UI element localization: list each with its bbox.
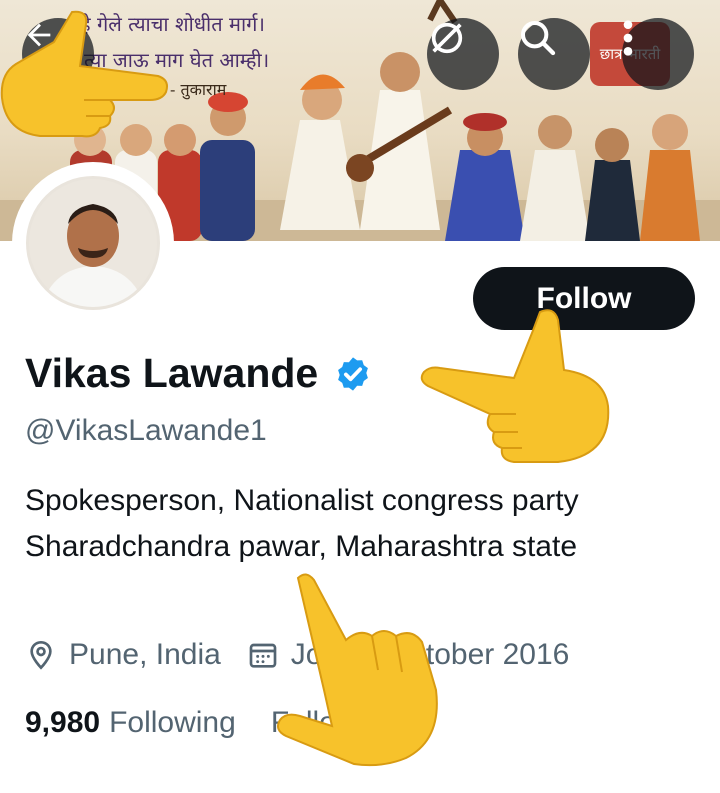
profile-name-row: Vikas Lawande	[25, 350, 372, 397]
profile-meta: Pune, India Joined October 2016	[25, 638, 569, 672]
joined-text: Joined October 2016	[290, 638, 570, 671]
followers-link[interactable]: Followers	[262, 706, 399, 740]
location-item: Pune, India	[25, 638, 221, 672]
following-count: 9,980	[25, 706, 101, 739]
banner-quote-line-2: त्या जाऊ माग घेत आम्ही।	[84, 48, 270, 72]
more-vertical-icon	[623, 20, 633, 56]
crowd-right	[445, 113, 700, 241]
following-label: Following	[109, 706, 236, 739]
search-button[interactable]	[518, 18, 590, 90]
search-icon	[521, 21, 556, 56]
banner-quote-author: - तुकाराम	[170, 80, 227, 99]
avatar-photo	[26, 176, 160, 310]
location-text: Pune, India	[69, 638, 221, 671]
followers-label: Followers	[270, 706, 400, 739]
joined-item: Joined October 2016	[247, 638, 570, 672]
more-button[interactable]	[622, 18, 694, 90]
grok-button[interactable]	[427, 18, 499, 90]
banner-quote-line-1: हे गेले त्याचा शोधीत मार्ग।	[80, 12, 265, 36]
following-link[interactable]: 9,980 Following	[25, 706, 236, 740]
arrow-left-icon	[27, 23, 51, 47]
profile-stats: 9,980 Following Followers	[25, 706, 399, 740]
pointing-hand-emoji-icon	[420, 309, 610, 463]
profile-bio: Spokesperson, Nationalist congress party…	[25, 484, 579, 563]
grok-icon	[431, 22, 463, 54]
calendar-icon	[249, 643, 277, 668]
verified-badge-icon[interactable]	[334, 355, 372, 393]
follow-button[interactable]: Follow	[473, 267, 695, 330]
display-name: Vikas Lawande	[25, 350, 319, 396]
profile-handle: @VikasLawande1	[25, 414, 267, 447]
location-pin-icon	[30, 640, 52, 670]
profile-avatar[interactable]	[18, 168, 168, 318]
back-button[interactable]	[22, 18, 94, 90]
